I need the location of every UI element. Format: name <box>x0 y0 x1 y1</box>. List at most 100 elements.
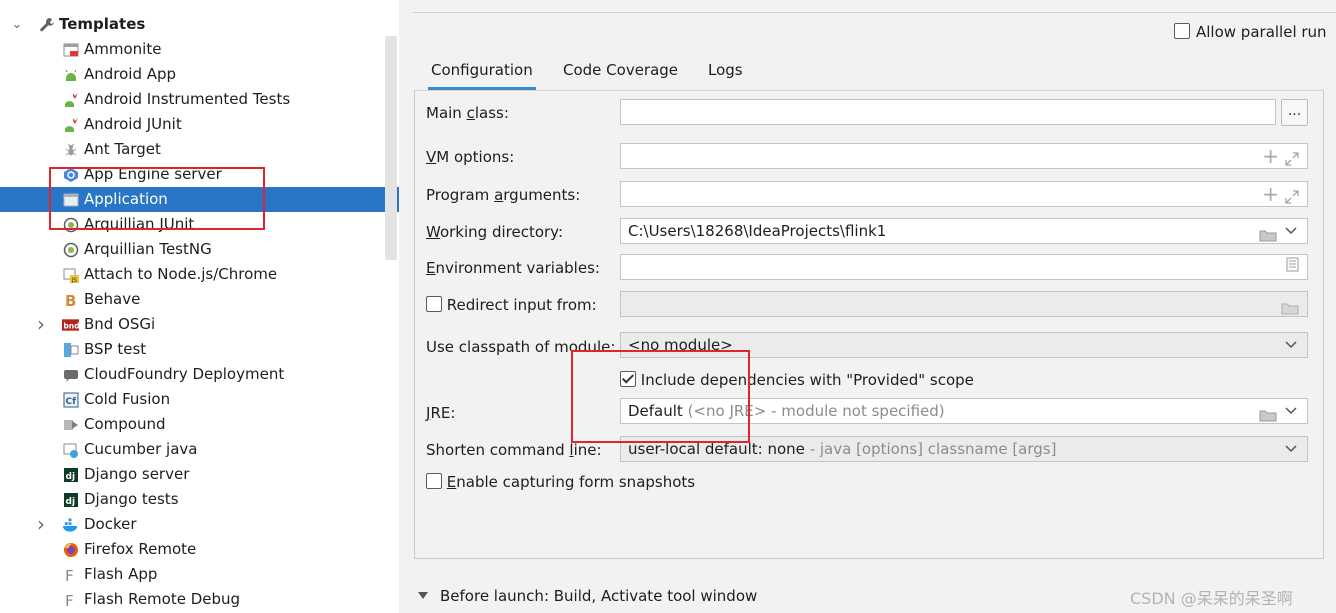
expand-icon[interactable] <box>1285 149 1299 166</box>
tree-item[interactable]: BSP test <box>0 337 399 362</box>
allow-parallel-run-label: Allow parallel run <box>1196 23 1327 41</box>
ammonite-icon <box>62 41 79 58</box>
tree-item-label: Flash Remote Debug <box>84 590 241 608</box>
browse-main-class-button[interactable]: ... <box>1281 99 1308 126</box>
tree-item-label: Android JUnit <box>84 115 182 133</box>
tree-item-label: Ant Target <box>84 140 161 158</box>
ant-icon <box>62 141 79 158</box>
include-provided-checkbox[interactable]: Include dependencies with "Provided" sco… <box>620 369 974 391</box>
tree-item[interactable]: Cf Cold Fusion <box>0 387 399 412</box>
docker-icon <box>62 516 79 533</box>
chevron-down-icon[interactable] <box>1283 337 1299 353</box>
tree-item[interactable]: Android Instrumented Tests <box>0 87 399 112</box>
program-arguments-input[interactable]: + <box>620 181 1308 207</box>
tree-item[interactable]: F Flash App <box>0 562 399 587</box>
tree-item[interactable]: Compound <box>0 412 399 437</box>
tree-item[interactable]: Firefox Remote <box>0 537 399 562</box>
redirect-input-box[interactable] <box>426 296 442 312</box>
tree-item-label: Behave <box>84 290 141 308</box>
tree-item-label: Firefox Remote <box>84 540 197 558</box>
chevron-down-icon[interactable]: ⌄ <box>10 12 24 37</box>
tree-item[interactable]: Arquillian TestNG <box>0 237 399 262</box>
app-engine-icon <box>62 166 79 183</box>
classpath-module-select[interactable]: <no module> <box>620 332 1308 358</box>
svg-text:JS: JS <box>70 277 77 283</box>
tree-root-templates[interactable]: ⌄ Templates <box>0 12 399 37</box>
tree-item[interactable]: App Engine server <box>0 162 399 187</box>
tree-item[interactable]: Ant Target <box>0 137 399 162</box>
tree-item[interactable]: Arquillian JUnit <box>0 212 399 237</box>
tab-configuration[interactable]: Configuration <box>428 56 536 90</box>
django-icon: dj <box>62 491 79 508</box>
chevron-down-icon[interactable] <box>1283 403 1299 419</box>
tree-toolbar-remnant <box>0 0 399 6</box>
expand-icon[interactable] <box>1285 187 1299 204</box>
environment-variables-input[interactable] <box>620 254 1308 280</box>
tree-item[interactable]: › Docker <box>0 512 399 537</box>
folder-icon[interactable] <box>1259 405 1277 421</box>
tree-item[interactable]: dj Django tests <box>0 487 399 512</box>
shorten-command-line-select[interactable]: user-local default: none - java [options… <box>620 436 1308 462</box>
svg-text:F: F <box>65 567 74 583</box>
top-separator <box>413 12 1336 13</box>
include-provided-box[interactable] <box>620 371 636 387</box>
tree-item-label: Flash App <box>84 565 158 583</box>
add-icon[interactable]: + <box>1262 184 1279 204</box>
tree-item[interactable]: Cucumber java <box>0 437 399 462</box>
tree-item-label: CloudFoundry Deployment <box>84 365 285 383</box>
tree-item-label: Attach to Node.js/Chrome <box>84 265 278 283</box>
tree-item[interactable]: › bnd Bnd OSGi <box>0 312 399 337</box>
chevron-down-icon[interactable] <box>1283 441 1299 457</box>
tree-scrollbar[interactable] <box>385 36 397 260</box>
svg-text:F: F <box>65 592 74 608</box>
add-icon[interactable]: + <box>1262 146 1279 166</box>
folder-icon[interactable] <box>1259 225 1277 241</box>
compound-icon <box>62 416 79 433</box>
form-snapshots-box[interactable] <box>426 473 442 489</box>
tree-item[interactable]: Application <box>0 187 399 212</box>
tree-item[interactable]: dj Django server <box>0 462 399 487</box>
flash-icon: F <box>62 591 79 608</box>
tab-code-coverage[interactable]: Code Coverage <box>560 56 681 87</box>
flash-icon: F <box>62 566 79 583</box>
tree-item[interactable]: B Behave <box>0 287 399 312</box>
jre-select[interactable]: Default (<no JRE> - module not specified… <box>620 398 1308 424</box>
android-icon <box>62 66 79 83</box>
tree-item[interactable]: Android JUnit <box>0 112 399 137</box>
tree-item-label: Compound <box>84 415 166 433</box>
main-class-input[interactable] <box>620 99 1276 125</box>
chevron-right-icon[interactable]: › <box>34 512 48 537</box>
working-directory-input[interactable]: C:\Users\18268\IdeaProjects\flink1 <box>620 218 1308 244</box>
svg-text:dj: dj <box>65 472 75 482</box>
templates-tree-panel: ⌄ Templates Ammonite Android App Android I… <box>0 0 399 613</box>
chevron-down-icon[interactable] <box>1283 223 1299 239</box>
tree-item-label: Application <box>84 190 168 208</box>
allow-parallel-run-box[interactable] <box>1174 23 1190 39</box>
redirect-input-checkbox[interactable]: Redirect input from: <box>426 294 597 316</box>
tree-item[interactable]: Android App <box>0 62 399 87</box>
vm-options-input[interactable]: + <box>620 143 1308 169</box>
tree-item[interactable]: F Flash Remote Debug <box>0 587 399 612</box>
document-icon[interactable] <box>1286 255 1299 279</box>
django-icon: dj <box>62 466 79 483</box>
vm-options-label: VM options: <box>426 148 515 166</box>
tree-item-label: Bnd OSGi <box>84 315 156 333</box>
collapse-triangle-icon[interactable] <box>418 592 428 599</box>
tree-item[interactable]: Ammonite <box>0 37 399 62</box>
tree-item-label: Ammonite <box>84 40 162 58</box>
tab-logs[interactable]: Logs <box>705 56 746 87</box>
jre-label: JRE: <box>426 404 456 422</box>
before-launch-section[interactable]: Before launch: Build, Activate tool wind… <box>418 585 757 607</box>
tree-item[interactable]: JS Attach to Node.js/Chrome <box>0 262 399 287</box>
bnd-icon: bnd <box>62 316 79 333</box>
chevron-right-icon[interactable]: › <box>34 312 48 337</box>
form-snapshots-checkbox[interactable]: Enable capturing form snapshots <box>426 471 695 493</box>
tree-item-label: App Engine server <box>84 165 222 183</box>
cloudfoundry-icon <box>62 366 79 383</box>
tree-item[interactable]: CloudFoundry Deployment <box>0 362 399 387</box>
behave-icon: B <box>62 291 79 308</box>
allow-parallel-run-checkbox[interactable]: Allow parallel run <box>1174 22 1327 42</box>
tree-item-label: Android App <box>84 65 177 83</box>
program-arguments-label: Program arguments: <box>426 186 581 204</box>
classpath-module-label: Use classpath of module: <box>426 338 616 356</box>
